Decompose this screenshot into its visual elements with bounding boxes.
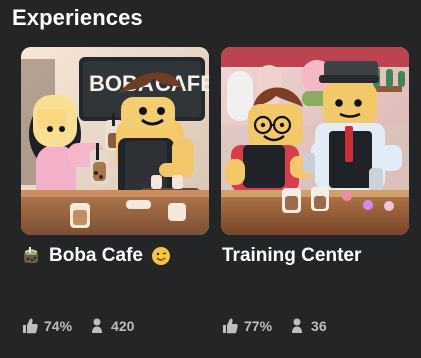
player-stat: 36 — [288, 317, 327, 335]
game-stats: 74% 420 — [21, 317, 134, 335]
player-stat: 420 — [88, 317, 134, 335]
thumbs-up-icon — [223, 318, 238, 334]
game-title-row: Boba Cafe — [21, 245, 209, 267]
game-title-row: Training Center — [222, 245, 410, 267]
like-ratio: 74% — [44, 318, 73, 334]
player-count: 420 — [111, 318, 135, 334]
player-count-icon — [292, 318, 303, 333]
boba-drink-icon — [24, 247, 38, 263]
game-card-training-center[interactable]: Training Center 77% 36 — [221, 47, 409, 347]
game-title: Training Center — [222, 245, 362, 266]
game-card-boba-cafe[interactable]: BOBA CAFE Boba Cafe 74% 420 — [21, 47, 209, 347]
player-count-icon — [92, 318, 103, 333]
player-count: 36 — [311, 318, 327, 334]
yum-face-icon — [151, 247, 170, 265]
game-stats: 77% 36 — [221, 317, 327, 335]
like-stat: 77% — [221, 317, 272, 335]
boba-cafe-thumbnail: BOBA CAFE — [21, 47, 209, 235]
game-thumbnail[interactable] — [221, 47, 409, 235]
like-stat: 74% — [21, 317, 72, 335]
like-ratio: 77% — [244, 318, 273, 334]
game-thumbnail[interactable]: BOBA CAFE — [21, 47, 209, 235]
thumbs-up-icon — [23, 318, 38, 334]
section-title: Experiences — [12, 5, 143, 30]
game-title: Boba Cafe — [49, 245, 143, 266]
training-center-thumbnail — [221, 47, 409, 235]
